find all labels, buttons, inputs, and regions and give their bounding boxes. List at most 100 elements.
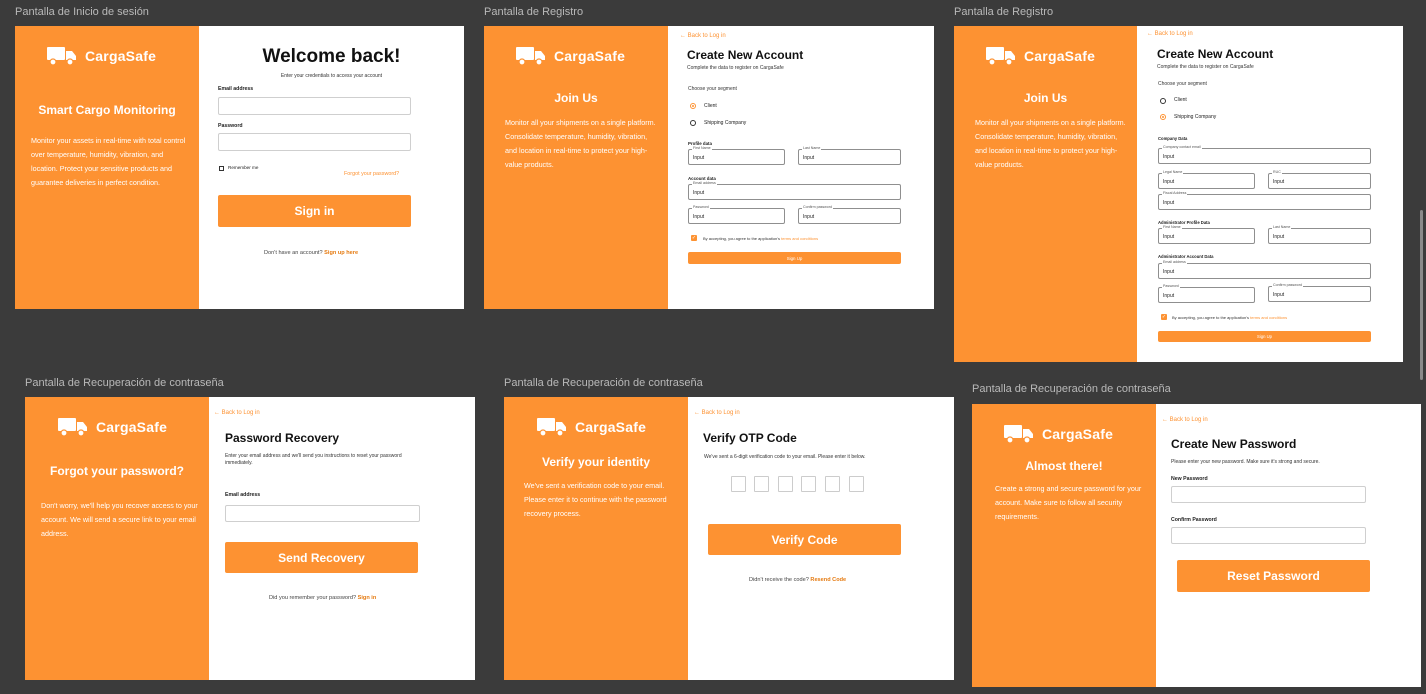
page-title: Welcome back! xyxy=(262,46,401,67)
otp-digit-5[interactable] xyxy=(825,476,840,492)
ruc-field[interactable]: RUC Input xyxy=(1268,170,1371,189)
page-subtitle: Complete the data to register on CargaSa… xyxy=(687,65,784,71)
confirm-password-field[interactable]: Confirm password Input xyxy=(798,205,901,224)
newpass-form-panel: ← Back to Log in Create New Password Ple… xyxy=(1156,404,1421,687)
sign-in-button[interactable]: Sign in xyxy=(218,195,411,227)
signin-prompt: Did you remember your password? Sign in xyxy=(269,595,376,601)
page-title: Create New Account xyxy=(687,48,804,62)
page-subtitle: We've sent a 6-digit verification code t… xyxy=(704,454,866,460)
send-recovery-button[interactable]: Send Recovery xyxy=(225,542,418,573)
brand-name: CargaSafe xyxy=(1042,426,1114,442)
confirm-password-label: Confirm Password xyxy=(1171,517,1217,523)
resend-code-link[interactable]: Resend Code xyxy=(810,577,846,583)
email-label: Email address xyxy=(218,86,254,92)
email-input[interactable] xyxy=(225,505,420,522)
password-input[interactable] xyxy=(218,133,411,151)
shipping-company-radio[interactable] xyxy=(1160,114,1166,120)
otp-digit-1[interactable] xyxy=(731,476,746,492)
register-form-panel: ← Back to Log in Create New Account Comp… xyxy=(668,26,934,309)
admin-last-name-field[interactable]: Last Name Input xyxy=(1268,225,1371,244)
company-email-field[interactable]: Company contact email Input xyxy=(1158,145,1371,164)
admin-account-label: Administrator Account Data xyxy=(1158,254,1214,259)
back-to-login-link[interactable]: ← Back to Log in xyxy=(680,33,726,39)
email-input[interactable] xyxy=(218,97,411,115)
back-to-login-link[interactable]: ← Back to Log in xyxy=(1147,31,1193,37)
sign-in-link[interactable]: Sign in xyxy=(358,595,377,601)
sign-up-button[interactable]: Sign Up xyxy=(1158,331,1371,342)
remember-checkbox[interactable] xyxy=(219,166,224,171)
new-password-input[interactable] xyxy=(1171,486,1366,503)
side-description: Monitor all your shipments on a single p… xyxy=(975,118,1126,169)
truck-icon xyxy=(986,47,1015,66)
signup-link[interactable]: Sign up here xyxy=(324,250,358,256)
segment-label: Choose your segment xyxy=(688,86,737,92)
admin-email-field[interactable]: Email address Input xyxy=(1158,260,1371,279)
otp-side-panel: CargaSafe Verify your identity We've sen… xyxy=(504,397,688,680)
fiscal-address-field[interactable]: Fiscal Address Input xyxy=(1158,191,1371,210)
resend-prompt-text: Didn't receive the code? xyxy=(749,577,809,583)
page-subtitle: Enter your email address and we'll send … xyxy=(225,453,402,466)
login-side-panel: CargaSafe Smart Cargo Monitoring Monitor… xyxy=(15,26,199,309)
email-label: Email address xyxy=(225,492,261,498)
terms-checkbox[interactable]: ✓ xyxy=(691,235,697,241)
company-data-label: Company Data xyxy=(1158,136,1188,141)
new-password-label: New Password xyxy=(1171,476,1208,482)
otp-digit-3[interactable] xyxy=(778,476,793,492)
password-label: Password xyxy=(218,123,243,129)
confirm-password-input[interactable] xyxy=(1171,527,1366,544)
admin-first-name-field[interactable]: First Name Input xyxy=(1158,225,1255,244)
shipping-company-radio[interactable] xyxy=(690,120,696,126)
legal-name-field[interactable]: Legal Name Input xyxy=(1158,170,1255,189)
otp-digit-6[interactable] xyxy=(849,476,864,492)
password-field[interactable]: Password Input xyxy=(688,205,785,224)
create-new-password-screen: CargaSafe Almost there! Create a strong … xyxy=(972,404,1421,687)
otp-digit-4[interactable] xyxy=(801,476,816,492)
admin-password-field[interactable]: Password Input xyxy=(1158,284,1255,303)
reset-password-button[interactable]: Reset Password xyxy=(1177,560,1370,592)
shipping-company-label: Shipping Company xyxy=(1174,114,1217,120)
side-description: Create a strong and secure password for … xyxy=(995,484,1142,521)
side-description: Don't worry, we'll help you recover acce… xyxy=(41,501,198,538)
back-to-login-link[interactable]: ← Back to Log in xyxy=(694,410,740,416)
terms-link[interactable]: terms and conditions xyxy=(781,236,818,241)
back-to-login-link[interactable]: ← Back to Log in xyxy=(214,410,260,416)
truck-icon xyxy=(47,47,76,66)
resend-prompt: Didn't receive the code? Resend Code xyxy=(749,577,846,583)
brand: CargaSafe xyxy=(58,416,167,438)
brand: CargaSafe xyxy=(47,45,156,67)
verify-otp-screen: CargaSafe Verify your identity We've sen… xyxy=(504,397,954,680)
terms-checkbox[interactable]: ✓ xyxy=(1161,314,1167,320)
signin-prompt-text: Did you remember your password? xyxy=(269,595,357,601)
page-subtitle: Enter your credentials to access your ac… xyxy=(280,73,383,79)
side-title: Smart Cargo Monitoring xyxy=(38,103,176,117)
admin-confirm-password-field[interactable]: Confirm password Input xyxy=(1268,283,1371,302)
canvas-scrollbar[interactable] xyxy=(1420,210,1423,380)
page-subtitle: Complete the data to register on CargaSa… xyxy=(1157,64,1254,70)
forgot-password-link[interactable]: Forgot your password? xyxy=(344,171,399,177)
password-recovery-screen: CargaSafe Forgot your password? Don't wo… xyxy=(25,397,475,680)
sign-up-button[interactable]: Sign Up xyxy=(688,252,901,264)
back-to-login-link[interactable]: ← Back to Log in xyxy=(1162,417,1208,423)
shipping-company-label: Shipping Company xyxy=(704,120,747,126)
page-title: Create New Password xyxy=(1171,437,1297,451)
first-name-field[interactable]: First Name Input xyxy=(688,146,785,165)
terms-text: By accepting, you agree to the applicati… xyxy=(1172,315,1288,320)
verify-code-button[interactable]: Verify Code xyxy=(708,524,901,555)
last-name-field[interactable]: Last Name Input xyxy=(798,146,901,165)
truck-icon xyxy=(1004,425,1033,444)
client-radio[interactable] xyxy=(1160,98,1166,104)
register-client-screen: CargaSafe Join Us Monitor all your shipm… xyxy=(484,26,934,309)
side-description: Monitor all your shipments on a single p… xyxy=(505,118,656,169)
frame-label-register-b: Pantalla de Registro xyxy=(954,6,1054,18)
frame-label-recovery: Pantalla de Recuperación de contraseña xyxy=(25,377,224,389)
otp-digit-2[interactable] xyxy=(754,476,769,492)
side-description: Monitor your assets in real-time with to… xyxy=(31,136,186,187)
frame-label-otp: Pantalla de Recuperación de contraseña xyxy=(504,377,703,389)
side-title: Verify your identity xyxy=(541,455,651,469)
terms-link[interactable]: terms and conditions xyxy=(1250,315,1287,320)
email-field[interactable]: Email address Input xyxy=(688,181,901,200)
client-radio[interactable] xyxy=(690,103,696,109)
brand: CargaSafe xyxy=(986,45,1095,67)
recovery-side-panel: CargaSafe Forgot your password? Don't wo… xyxy=(25,397,209,680)
register-side-panel: CargaSafe Join Us Monitor all your shipm… xyxy=(484,26,668,309)
